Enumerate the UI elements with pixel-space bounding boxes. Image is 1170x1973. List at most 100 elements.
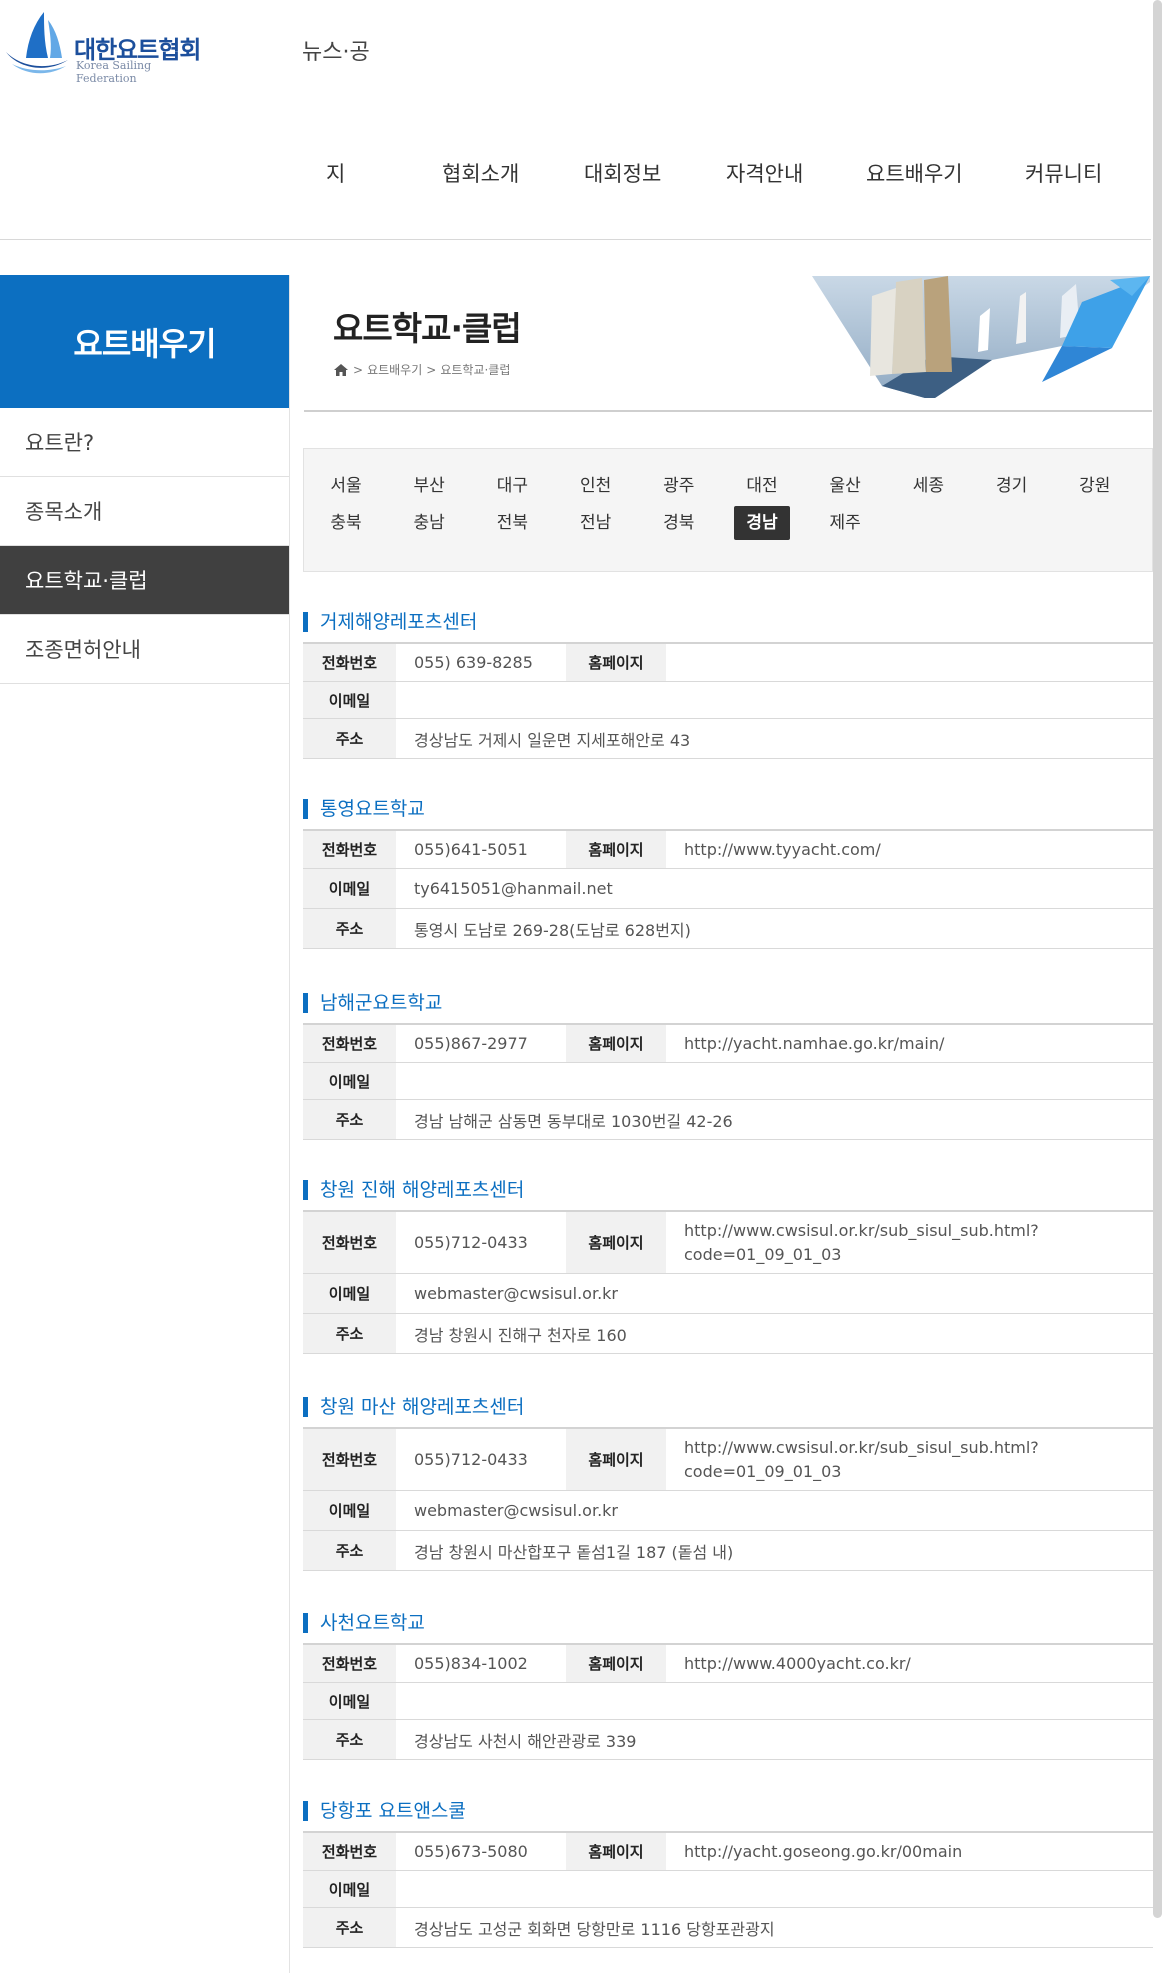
region-tab-14[interactable]: 경북 (651, 506, 707, 540)
site-logo[interactable]: 대한요트협회 Korea Sailing Federation (4, 6, 214, 85)
breadcrumb-sep-2: > (426, 362, 437, 377)
sidebar: 요트배우기 요트란? 종목소개 요트학교·클럽 조종면허안내 (0, 275, 290, 1973)
region-tab-7[interactable]: 세종 (900, 469, 956, 503)
address-label: 주소 (303, 1908, 396, 1947)
club-phone-row: 전화번호 055)867-2977 홈페이지 http://yacht.namhae.… (303, 1023, 1153, 1063)
nav-item-0[interactable]: 지 (326, 158, 345, 188)
homepage-label: 홈페이지 (566, 644, 666, 681)
club-info-table: 전화번호 055)867-2977 홈페이지 http://yacht.namhae.… (303, 1023, 1153, 1140)
club-email-row: 이메일 ty6415051@hanmail.net (303, 869, 1153, 909)
phone-label: 전화번호 (303, 831, 396, 868)
club-title: 사천요트학교 (303, 1613, 425, 1633)
address-label: 주소 (303, 1531, 396, 1570)
club-homepage-link[interactable] (666, 644, 1153, 681)
club-homepage-link[interactable]: http://www.4000yacht.co.kr/ (666, 1645, 1153, 1682)
club-address-row: 주소 경남 창원시 마산합포구 돝섬1길 187 (돝섬 내) (303, 1531, 1153, 1571)
region-tab-3[interactable]: 인천 (568, 469, 624, 503)
club-address-row: 주소 통영시 도남로 269-28(도남로 628번지) (303, 909, 1153, 949)
club-homepage-link[interactable]: http://yacht.namhae.go.kr/main/ (666, 1025, 1153, 1062)
address-label: 주소 (303, 1314, 396, 1353)
breadcrumb-sep-1: > (353, 362, 364, 377)
phone-label: 전화번호 (303, 1429, 396, 1490)
sidebar-item-2[interactable]: 요트학교·클럽 (0, 546, 289, 615)
club-homepage-link[interactable]: http://yacht.goseong.go.kr/00main (666, 1833, 1153, 1870)
email-label: 이메일 (303, 869, 396, 908)
region-tab-6[interactable]: 울산 (817, 469, 873, 503)
club-address: 경상남도 고성군 회화면 당항만로 1116 당항포관광지 (414, 1919, 775, 1939)
nav-item-5[interactable]: 커뮤니티 (1025, 158, 1102, 188)
club-email-row: 이메일 webmaster@cwsisul.or.kr (303, 1491, 1153, 1531)
region-tab-9[interactable]: 강원 (1067, 469, 1123, 503)
club-email (396, 1683, 1153, 1719)
sidebar-item-1[interactable]: 종목소개 (0, 477, 289, 546)
club-email-row: 이메일 (303, 1683, 1153, 1720)
home-icon[interactable] (333, 363, 349, 377)
phone-label: 전화번호 (303, 1833, 396, 1870)
club-homepage-link[interactable]: http://www.tyyacht.com/ (666, 831, 1153, 868)
club-phone: 055)712-0433 (414, 1233, 528, 1252)
region-tab-4[interactable]: 광주 (651, 469, 707, 503)
club-title: 창원 진해 해양레포츠센터 (303, 1180, 524, 1200)
nav-item-3[interactable]: 자격안내 (726, 158, 803, 188)
page-title: 요트학교·클럽 (333, 309, 522, 348)
sidebar-menu: 요트란? 종목소개 요트학교·클럽 조종면허안내 (0, 408, 289, 684)
address-label: 주소 (303, 909, 396, 948)
top-news-link[interactable]: 뉴스·공 (302, 34, 370, 66)
club-homepage-link[interactable]: http://www.cwsisul.or.kr/sub_sisul_sub.h… (666, 1212, 1153, 1273)
club-info-table: 전화번호 055)712-0433 홈페이지 http://www.cwsisul.o… (303, 1427, 1153, 1571)
homepage-label: 홈페이지 (566, 1833, 666, 1870)
logo-english: Korea Sailing Federation (76, 59, 152, 85)
region-tab-5[interactable]: 대전 (734, 469, 790, 503)
phone-label: 전화번호 (303, 1212, 396, 1273)
region-tab-2[interactable]: 대구 (484, 469, 540, 503)
homepage-label: 홈페이지 (566, 1212, 666, 1273)
club-email-row: 이메일 (303, 1871, 1153, 1908)
club-address: 경남 남해군 삼동면 동부대로 1030번길 42-26 (414, 1111, 733, 1131)
address-label: 주소 (303, 1720, 396, 1759)
club-email (396, 1871, 1153, 1907)
email-label: 이메일 (303, 1274, 396, 1313)
email-label: 이메일 (303, 682, 396, 718)
club-address-row: 주소 경남 남해군 삼동면 동부대로 1030번길 42-26 (303, 1100, 1153, 1140)
region-tab-13[interactable]: 전남 (568, 506, 624, 540)
club-info-table: 전화번호 055)641-5051 홈페이지 http://www.tyyacht.c… (303, 829, 1153, 949)
club-address-row: 주소 경남 창원시 진해구 천자로 160 (303, 1314, 1153, 1354)
club-phone-row: 전화번호 055)641-5051 홈페이지 http://www.tyyacht.c… (303, 829, 1153, 869)
region-tab-16[interactable]: 제주 (817, 506, 873, 540)
region-tab-10[interactable]: 충북 (318, 506, 374, 540)
club-phone: 055)712-0433 (414, 1450, 528, 1469)
region-tab-0[interactable]: 서울 (318, 469, 374, 503)
nav-item-2[interactable]: 대회정보 (584, 158, 661, 188)
club-email: webmaster@cwsisul.or.kr (414, 1501, 619, 1520)
region-tab-12[interactable]: 전북 (484, 506, 540, 540)
sidebar-item-3[interactable]: 조종면허안내 (0, 615, 289, 684)
region-tab-1[interactable]: 부산 (401, 469, 457, 503)
region-tab-11[interactable]: 충남 (401, 506, 457, 540)
nav-item-1[interactable]: 협회소개 (442, 158, 519, 188)
club-homepage-link[interactable]: http://www.cwsisul.or.kr/sub_sisul_sub.h… (666, 1429, 1153, 1490)
club-phone: 055) 639-8285 (414, 653, 533, 672)
club-title: 통영요트학교 (303, 799, 425, 819)
club-address: 경남 창원시 진해구 천자로 160 (414, 1325, 627, 1345)
nav-item-4[interactable]: 요트배우기 (866, 158, 963, 188)
club-phone: 055)673-5080 (414, 1842, 528, 1861)
scrollbar-thumb[interactable] (1153, 0, 1162, 1918)
club-address: 경남 창원시 마산합포구 돝섬1길 187 (돝섬 내) (414, 1542, 734, 1562)
breadcrumb-item-section[interactable]: 요트배우기 (367, 361, 422, 378)
sidebar-item-0[interactable]: 요트란? (0, 408, 289, 477)
region-tab-15[interactable]: 경남 (734, 506, 790, 540)
region-tab-8[interactable]: 경기 (984, 469, 1040, 503)
club-phone: 055)641-5051 (414, 840, 528, 859)
banner-image (812, 276, 1150, 398)
sidebar-title: 요트배우기 (0, 275, 289, 408)
phone-label: 전화번호 (303, 1645, 396, 1682)
scrollbar[interactable] (1151, 0, 1170, 1973)
club-address-row: 주소 경상남도 거제시 일운면 지세포해안로 43 (303, 719, 1153, 759)
club-phone-row: 전화번호 055)712-0433 홈페이지 http://www.cwsisul.o… (303, 1210, 1153, 1274)
breadcrumb-item-current: 요트학교·클럽 (440, 363, 511, 377)
club-email (396, 682, 1153, 718)
club-phone-row: 전화번호 055)673-5080 홈페이지 http://yacht.goseong… (303, 1831, 1153, 1871)
club-title: 거제해양레포츠센터 (303, 612, 477, 632)
club-info-table: 전화번호 055)712-0433 홈페이지 http://www.cwsisul.o… (303, 1210, 1153, 1354)
region-filter: 서울 부산 대구 인천 광주 대전 울산 세종 경기 강원충북 충남 전북 전남 경북 경남 제주 (303, 448, 1153, 572)
